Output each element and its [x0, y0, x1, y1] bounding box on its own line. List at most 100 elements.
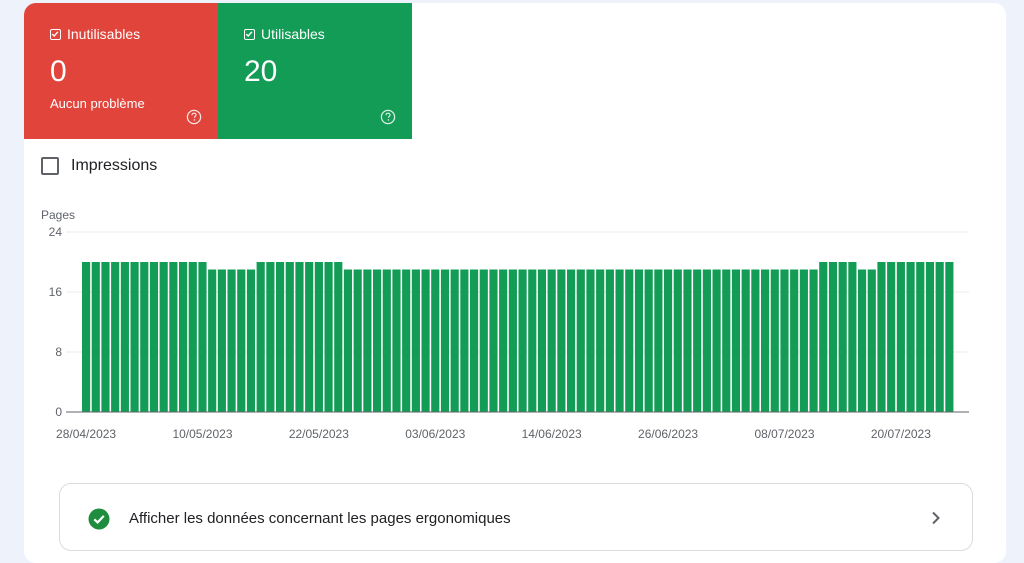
chart-bar [111, 262, 120, 412]
help-circle-icon[interactable] [380, 109, 396, 125]
chart-bar [557, 269, 566, 412]
checkbox-checked-icon[interactable] [244, 28, 255, 40]
tile-usable-value: 20 [244, 55, 278, 88]
chart-bar [295, 262, 304, 412]
chart-bar [722, 269, 731, 412]
chart-bar [654, 269, 663, 412]
chart-bar [596, 269, 605, 412]
chart-bar [169, 262, 178, 412]
tile-usable-header: Utilisables [244, 26, 325, 42]
chart-bar [402, 269, 411, 412]
chart-bar [731, 269, 741, 412]
chart-bar [217, 269, 226, 412]
chart-bar [664, 269, 673, 412]
x-tick-label: 28/04/2023 [56, 427, 116, 441]
chart-bar [896, 262, 905, 412]
tile-unusable-subtext: Aucun problème [50, 96, 145, 111]
usable-pages-details-link[interactable]: Afficher les données concernant les page… [59, 483, 973, 551]
chart-bar [935, 262, 944, 412]
checkbox-checked-icon[interactable] [50, 28, 61, 40]
tile-usable-label: Utilisables [261, 26, 325, 42]
report-card: Inutilisables 0 Aucun problème Utilisabl… [24, 3, 1006, 563]
chart-bar [741, 269, 750, 412]
chart-bar [887, 262, 896, 412]
chart-bar [382, 269, 391, 412]
chart-bar [460, 269, 469, 412]
chart-bar [605, 269, 614, 412]
chart-bar [916, 262, 925, 412]
chart-bar [91, 262, 100, 412]
chart-bar [867, 269, 876, 412]
impressions-checkbox[interactable] [41, 157, 59, 175]
tile-usable[interactable]: Utilisables 20 [218, 3, 412, 139]
chart-bar [179, 262, 188, 412]
chart-bar [237, 269, 246, 412]
chart-bar [82, 262, 91, 412]
chart-bar [101, 262, 110, 412]
chart-bar [683, 269, 692, 412]
chart-bar [411, 269, 420, 412]
tile-unusable-label: Inutilisables [67, 26, 141, 42]
tile-unusable[interactable]: Inutilisables 0 Aucun problème [24, 3, 218, 139]
chart-bar [188, 262, 197, 412]
chart-bar [489, 269, 498, 412]
y-tick-label: 24 [49, 225, 63, 239]
chart-bar [431, 269, 440, 412]
chart-bar [528, 269, 537, 412]
x-tick-label: 03/06/2023 [405, 427, 465, 441]
chart-bar [334, 262, 343, 412]
impressions-toggle[interactable]: Impressions [41, 157, 157, 175]
chart-bar [343, 269, 353, 412]
chart-bar [828, 262, 838, 412]
help-circle-icon[interactable] [186, 109, 202, 125]
chart-bar [266, 262, 275, 412]
chart-bar [819, 262, 828, 412]
x-tick-label: 22/05/2023 [289, 427, 349, 441]
chart-bar [751, 269, 760, 412]
chart-bar [373, 269, 382, 412]
chart-bar [314, 262, 323, 412]
chart-bar [208, 269, 217, 412]
chart-bar [673, 269, 682, 412]
chart-bar [305, 262, 314, 412]
chart-bar [799, 269, 808, 412]
chart-bar [508, 269, 517, 412]
chart-bar [479, 269, 488, 412]
chart-bar [499, 269, 508, 412]
chart-bar [567, 269, 576, 412]
y-tick-label: 0 [55, 405, 62, 419]
pages-bar-chart: Pages 0 8 16 24 28/04/2023 10/05/2023 22/05/202… [41, 208, 969, 441]
chart-bar [615, 269, 624, 412]
chart-bar [276, 262, 285, 412]
chart-bar [693, 269, 702, 412]
chart-bar [790, 269, 799, 412]
chart-bar [363, 269, 372, 412]
x-tick-label: 14/06/2023 [522, 427, 582, 441]
chart-bar [450, 269, 459, 412]
tile-unusable-value: 0 [50, 55, 67, 88]
chart-bar [392, 269, 401, 412]
tile-unusable-header: Inutilisables [50, 26, 140, 42]
chart-bar [858, 269, 867, 412]
chart-bar [925, 262, 935, 412]
chart-bar [809, 269, 818, 412]
chart-bar [246, 269, 256, 412]
x-tick-label: 20/07/2023 [871, 427, 931, 441]
chart-bar [198, 262, 207, 412]
chart-bar [227, 269, 236, 412]
chart-bar [130, 262, 139, 412]
x-tick-label: 26/06/2023 [638, 427, 698, 441]
chart-bar [120, 262, 129, 412]
chart-bar [421, 269, 430, 412]
details-link-label: Afficher les données concernant les page… [129, 510, 511, 527]
chart-bar [780, 269, 789, 412]
x-tick-label: 10/05/2023 [172, 427, 232, 441]
chart-bar [324, 262, 333, 412]
y-tick-label: 16 [49, 285, 63, 299]
chart-bar [440, 269, 450, 412]
chart-bar [149, 262, 159, 412]
chart-bar [547, 269, 556, 412]
chevron-right-icon[interactable] [930, 510, 942, 526]
chart-bar [712, 269, 721, 412]
chart-bar [877, 262, 886, 412]
